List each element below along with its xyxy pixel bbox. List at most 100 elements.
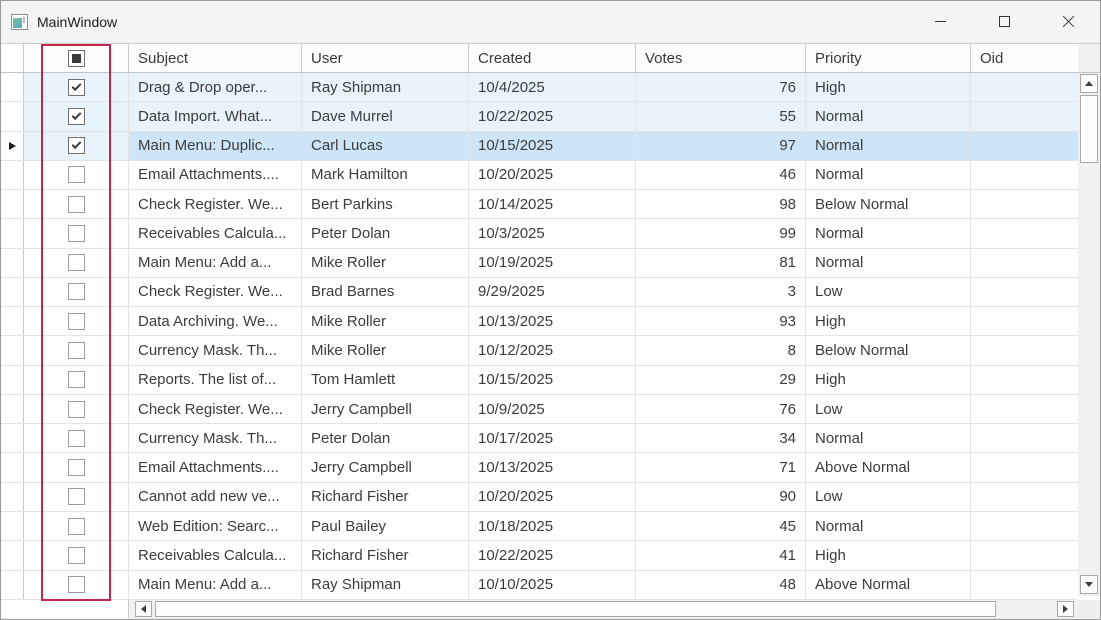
row-checkbox[interactable] [68, 547, 85, 564]
subject-cell[interactable]: Main Menu: Add a... [129, 249, 302, 277]
subject-cell[interactable]: Cannot add new ve... [129, 483, 302, 511]
user-cell[interactable]: Richard Fisher [302, 541, 469, 569]
user-cell[interactable]: Peter Dolan [302, 219, 469, 247]
created-cell[interactable]: 10/22/2025 [469, 102, 636, 130]
check-cell[interactable] [41, 102, 111, 130]
check-cell[interactable] [41, 249, 111, 277]
user-cell[interactable]: Ray Shipman [302, 571, 469, 599]
oid-cell[interactable] [971, 161, 1078, 189]
priority-cell[interactable]: Normal [806, 132, 971, 160]
user-cell[interactable]: Brad Barnes [302, 278, 469, 306]
user-cell[interactable]: Jerry Campbell [302, 395, 469, 423]
oid-cell[interactable] [971, 278, 1078, 306]
oid-cell[interactable] [971, 424, 1078, 452]
user-cell[interactable]: Richard Fisher [302, 483, 469, 511]
subject-cell[interactable]: Receivables Calcula... [129, 219, 302, 247]
subject-cell[interactable]: Check Register. We... [129, 190, 302, 218]
oid-cell[interactable] [971, 307, 1078, 335]
subject-cell[interactable]: Check Register. We... [129, 395, 302, 423]
table-row[interactable]: Email Attachments.... Mark Hamilton 10/2… [1, 161, 1078, 190]
created-cell[interactable]: 10/9/2025 [469, 395, 636, 423]
vertical-scrollbar[interactable] [1078, 73, 1100, 596]
check-cell[interactable] [41, 571, 111, 599]
check-cell[interactable] [41, 366, 111, 394]
table-row[interactable]: Reports. The list of... Tom Hamlett 10/1… [1, 366, 1078, 395]
check-cell[interactable] [41, 132, 111, 160]
priority-cell[interactable]: Above Normal [806, 571, 971, 599]
oid-cell[interactable] [971, 453, 1078, 481]
user-cell[interactable]: Mike Roller [302, 336, 469, 364]
vertical-scrollbar-thumb[interactable] [1080, 95, 1098, 163]
table-row[interactable]: Data Archiving. We... Mike Roller 10/13/… [1, 307, 1078, 336]
created-cell[interactable]: 10/17/2025 [469, 424, 636, 452]
created-cell[interactable]: 10/10/2025 [469, 571, 636, 599]
subject-cell[interactable]: Receivables Calcula... [129, 541, 302, 569]
votes-cell[interactable]: 34 [636, 424, 806, 452]
priority-cell[interactable]: Normal [806, 102, 971, 130]
user-cell[interactable]: Mike Roller [302, 249, 469, 277]
votes-cell[interactable]: 76 [636, 395, 806, 423]
row-checkbox[interactable] [68, 254, 85, 271]
oid-cell[interactable] [971, 190, 1078, 218]
table-row[interactable]: Check Register. We... Brad Barnes 9/29/2… [1, 278, 1078, 307]
check-cell[interactable] [41, 424, 111, 452]
votes-cell[interactable]: 55 [636, 102, 806, 130]
row-checkbox[interactable] [68, 430, 85, 447]
column-header-votes[interactable]: Votes [636, 44, 806, 72]
row-checkbox[interactable] [68, 576, 85, 593]
column-header-oid[interactable]: Oid [971, 44, 1078, 72]
subject-cell[interactable]: Currency Mask. Th... [129, 336, 302, 364]
table-row[interactable]: Receivables Calcula... Richard Fisher 10… [1, 541, 1078, 570]
horizontal-scrollbar-thumb[interactable] [155, 601, 996, 617]
created-cell[interactable]: 10/18/2025 [469, 512, 636, 540]
minimize-button[interactable] [908, 1, 972, 42]
votes-cell[interactable]: 93 [636, 307, 806, 335]
created-cell[interactable]: 10/20/2025 [469, 483, 636, 511]
select-all-header[interactable] [41, 44, 111, 72]
check-cell[interactable] [41, 219, 111, 247]
votes-cell[interactable]: 81 [636, 249, 806, 277]
oid-cell[interactable] [971, 249, 1078, 277]
row-checkbox[interactable] [68, 342, 85, 359]
created-cell[interactable]: 10/13/2025 [469, 453, 636, 481]
scroll-left-button[interactable] [135, 601, 152, 617]
created-cell[interactable]: 10/13/2025 [469, 307, 636, 335]
table-row[interactable]: Main Menu: Duplic... Carl Lucas 10/15/20… [1, 132, 1078, 161]
table-row[interactable]: Currency Mask. Th... Peter Dolan 10/17/2… [1, 424, 1078, 453]
priority-cell[interactable]: Normal [806, 249, 971, 277]
priority-cell[interactable]: High [806, 541, 971, 569]
check-cell[interactable] [41, 73, 111, 101]
priority-cell[interactable]: Normal [806, 161, 971, 189]
priority-cell[interactable]: High [806, 366, 971, 394]
horizontal-scrollbar[interactable] [129, 600, 1076, 618]
created-cell[interactable]: 10/19/2025 [469, 249, 636, 277]
check-cell[interactable] [41, 336, 111, 364]
created-cell[interactable]: 9/29/2025 [469, 278, 636, 306]
check-cell[interactable] [41, 395, 111, 423]
row-checkbox[interactable] [68, 196, 85, 213]
maximize-button[interactable] [972, 1, 1036, 42]
votes-cell[interactable]: 29 [636, 366, 806, 394]
oid-cell[interactable] [971, 541, 1078, 569]
oid-cell[interactable] [971, 366, 1078, 394]
user-cell[interactable]: Tom Hamlett [302, 366, 469, 394]
column-header-priority[interactable]: Priority [806, 44, 971, 72]
user-cell[interactable]: Carl Lucas [302, 132, 469, 160]
priority-cell[interactable]: Normal [806, 512, 971, 540]
row-checkbox[interactable] [68, 166, 85, 183]
close-button[interactable] [1036, 1, 1100, 42]
votes-cell[interactable]: 98 [636, 190, 806, 218]
created-cell[interactable]: 10/22/2025 [469, 541, 636, 569]
table-row[interactable]: Drag & Drop oper... Ray Shipman 10/4/202… [1, 73, 1078, 102]
votes-cell[interactable]: 3 [636, 278, 806, 306]
row-checkbox[interactable] [68, 371, 85, 388]
subject-cell[interactable]: Main Menu: Add a... [129, 571, 302, 599]
oid-cell[interactable] [971, 73, 1078, 101]
row-checkbox[interactable] [68, 401, 85, 418]
table-row[interactable]: Check Register. We... Bert Parkins 10/14… [1, 190, 1078, 219]
check-cell[interactable] [41, 483, 111, 511]
subject-cell[interactable]: Reports. The list of... [129, 366, 302, 394]
votes-cell[interactable]: 71 [636, 453, 806, 481]
table-row[interactable]: Main Menu: Add a... Ray Shipman 10/10/20… [1, 571, 1078, 600]
oid-cell[interactable] [971, 219, 1078, 247]
